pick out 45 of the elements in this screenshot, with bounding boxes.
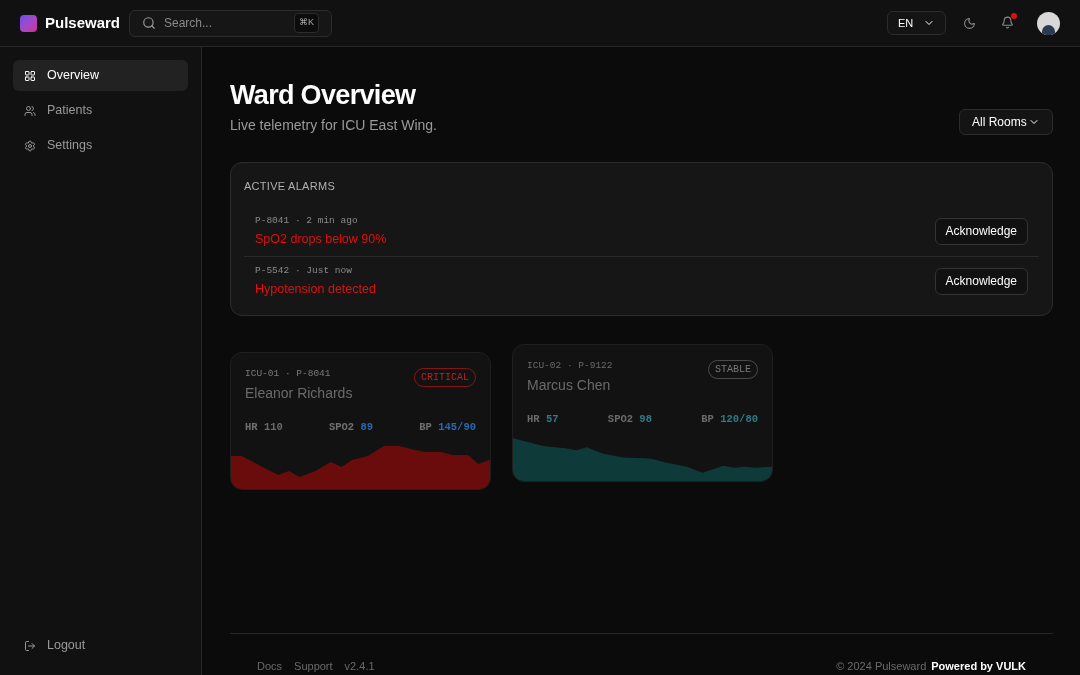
patient-card[interactable]: ICU-02 · P-9122 Marcus Chen STABLE HR 57 SPO2 98 BP 120/80 xyxy=(512,343,773,482)
search-icon xyxy=(142,16,156,30)
patient-meta: ICU-01 · P-8041 xyxy=(245,366,332,381)
vital-reading: SPO2 98 xyxy=(607,411,652,427)
logo-icon xyxy=(20,14,37,32)
patient-card[interactable]: ICU-01 · P-8041 Eleanor Richards CRITICAL HR 110 SPO2 89 BP 145/90 xyxy=(230,351,491,490)
logout-link[interactable]: Logout xyxy=(13,636,188,655)
notifications-button[interactable] xyxy=(1001,16,1015,30)
logout-icon xyxy=(24,639,36,652)
vital-reading: HR 57 xyxy=(527,411,559,427)
brand-name: Pulseward xyxy=(45,12,121,33)
users-icon xyxy=(24,104,36,117)
search-input[interactable]: Search... xyxy=(164,14,286,32)
alarm-message: Hypotension detected xyxy=(255,280,376,298)
sidebar-item[interactable]: Overview xyxy=(13,60,188,91)
patient-name: Eleanor Richards xyxy=(245,383,353,403)
search-field[interactable]: Search... ⌘K xyxy=(129,9,332,37)
patient-meta: ICU-02 · P-9122 xyxy=(527,358,613,373)
vital-reading: BP 145/90 xyxy=(419,419,476,435)
footer-link[interactable]: v2.4.1 xyxy=(344,657,375,674)
language-select[interactable]: EN xyxy=(887,11,946,35)
alarm-meta: P-5542 · Just now xyxy=(255,263,353,278)
sidebar-item[interactable]: Patients xyxy=(13,95,188,126)
alarm-meta: P-8041 · 2 min ago xyxy=(255,213,359,228)
powered-by-link[interactable]: Powered by VULK xyxy=(931,657,1026,674)
vital-reading: BP 120/80 xyxy=(701,411,758,427)
vital-reading: SPO2 89 xyxy=(328,419,374,435)
patient-name: Marcus Chen xyxy=(527,375,612,395)
avatar[interactable] xyxy=(1037,11,1060,35)
copyright-text: © 2024 Pulseward xyxy=(836,658,927,674)
alarm-message: SpO2 drops below 90% xyxy=(255,230,387,248)
vital-reading: HR 110 xyxy=(245,419,283,435)
page-title: Ward Overview xyxy=(230,79,417,112)
acknowledge-button[interactable]: Acknowledge xyxy=(934,217,1028,245)
footer-link[interactable]: Docs xyxy=(257,657,283,674)
acknowledge-button[interactable]: Acknowledge xyxy=(934,267,1028,295)
panel-title: ACTIVE ALARMS xyxy=(244,179,336,194)
settings-icon xyxy=(24,139,36,152)
moon-icon[interactable] xyxy=(963,16,976,30)
page-subtitle: Live telemetry for ICU East Wing. xyxy=(230,116,437,135)
sidebar-item[interactable]: Settings xyxy=(13,130,188,161)
shortcut-key: ⌘K xyxy=(294,13,319,33)
grid-icon xyxy=(24,69,36,82)
room-filter[interactable]: All Rooms xyxy=(959,109,1053,135)
footer-link[interactable]: Support xyxy=(294,657,333,674)
